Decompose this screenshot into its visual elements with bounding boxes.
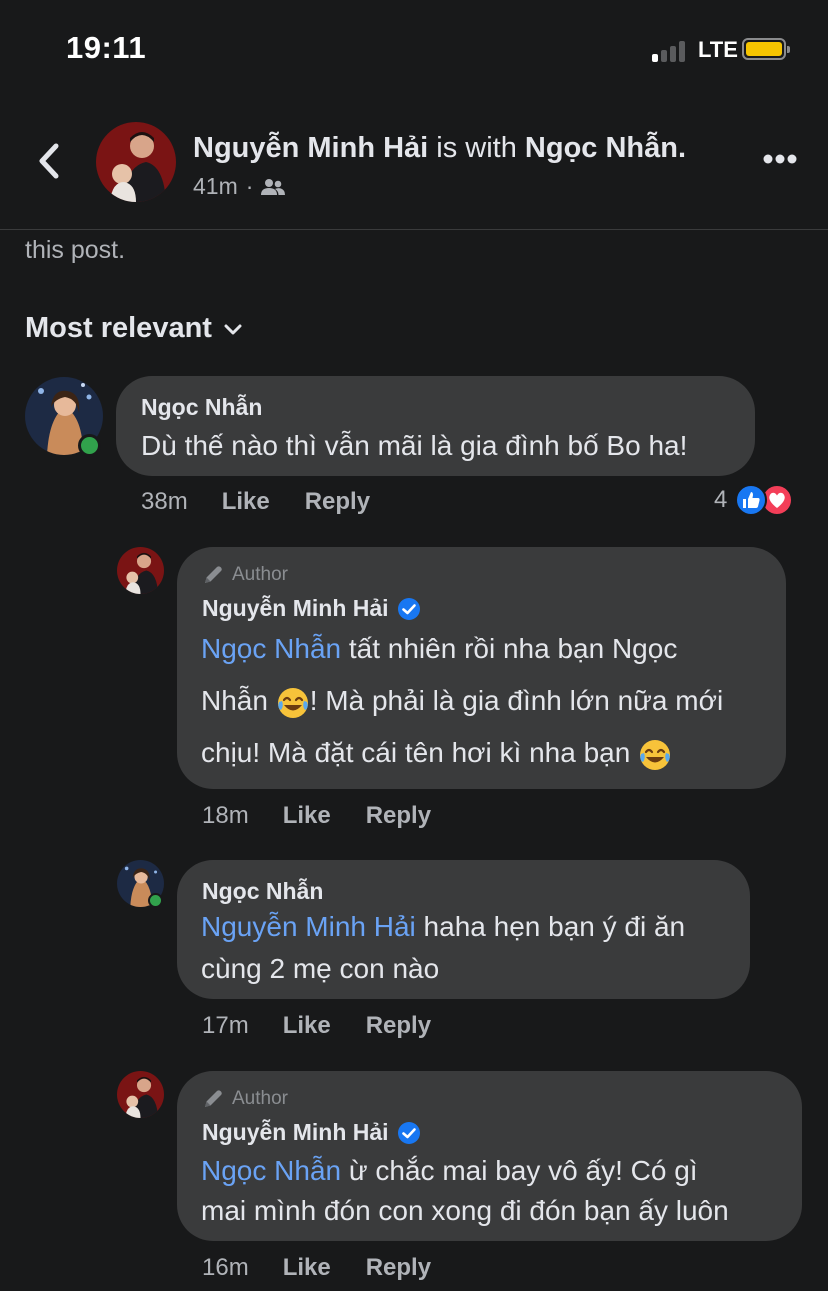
reply-avatar[interactable] bbox=[117, 1071, 164, 1118]
author-badge-label: Author bbox=[232, 1088, 288, 1109]
laughing-emoji-icon bbox=[640, 739, 671, 770]
status-time: 19:11 bbox=[66, 30, 147, 65]
post-header-title: Nguyễn Minh Hải is with Ngọc Nhẫn. bbox=[193, 132, 686, 165]
tagged-name[interactable]: Ngọc Nhẫn. bbox=[525, 132, 686, 164]
reply-button[interactable]: Reply bbox=[366, 802, 431, 830]
post-meta: 41m · bbox=[193, 173, 286, 200]
comment-actions: 17m Like Reply bbox=[202, 1012, 431, 1040]
comment-author[interactable]: Ngọc Nhẫn bbox=[202, 878, 323, 905]
comment-time[interactable]: 16m bbox=[202, 1254, 249, 1282]
like-button[interactable]: Like bbox=[283, 1254, 331, 1282]
comment-author[interactable]: Nguyễn Minh Hải bbox=[202, 1119, 389, 1146]
reply-author-row: Nguyễn Minh Hải bbox=[202, 1119, 421, 1146]
comment-time[interactable]: 17m bbox=[202, 1012, 249, 1040]
reply-bubble: Ngọc Nhẫn Nguyễn Minh Hải haha hẹn bạn ý… bbox=[177, 860, 750, 999]
comment-text: Dù thế nào thì vẫn mãi là gia đình bố Bo… bbox=[141, 430, 688, 461]
network-label: LTE bbox=[698, 37, 738, 62]
like-reaction-icon bbox=[735, 484, 768, 516]
comment-text: Nguyễn Minh Hải haha hẹn bạn ý đi ăn cùn… bbox=[201, 911, 686, 984]
pencil-icon bbox=[205, 1090, 222, 1107]
comment-actions: 38m Like Reply bbox=[141, 488, 370, 516]
comment-text: Ngọc Nhẫn ừ chắc mai bay vô ấy! Có gì ma… bbox=[201, 1155, 729, 1226]
more-options-button[interactable] bbox=[762, 152, 798, 164]
mention-link[interactable]: Nguyễn Minh Hải bbox=[201, 911, 416, 942]
reply-button[interactable]: Reply bbox=[366, 1254, 431, 1282]
verified-badge-icon bbox=[397, 597, 420, 620]
back-button[interactable] bbox=[32, 140, 68, 182]
verified-badge-icon bbox=[397, 1121, 420, 1144]
chevron-left-icon bbox=[39, 143, 59, 179]
comment-author[interactable]: Ngọc Nhẫn bbox=[141, 394, 262, 421]
header-divider bbox=[0, 229, 828, 230]
online-status-dot bbox=[78, 434, 101, 457]
like-button[interactable]: Like bbox=[222, 488, 270, 516]
comment-actions: 18m Like Reply bbox=[202, 802, 431, 830]
comment-author[interactable]: Nguyễn Minh Hải bbox=[202, 595, 389, 622]
poster-name[interactable]: Nguyễn Minh Hải bbox=[193, 132, 428, 164]
comment-actions: 16m Like Reply bbox=[202, 1254, 431, 1282]
online-status-dot bbox=[148, 893, 163, 908]
author-badge: Author bbox=[202, 1088, 288, 1110]
reply-author-row: Nguyễn Minh Hải bbox=[202, 595, 421, 622]
with-connector: is with bbox=[428, 132, 525, 164]
like-button[interactable]: Like bbox=[283, 802, 331, 830]
post-time[interactable]: 41m bbox=[193, 173, 238, 200]
reply-bubble: Author Nguyễn Minh Hải Ngọc Nhẫn tất nhi… bbox=[177, 547, 786, 789]
comment-time[interactable]: 18m bbox=[202, 802, 249, 830]
reply-button[interactable]: Reply bbox=[305, 488, 370, 516]
reply-button[interactable]: Reply bbox=[366, 1012, 431, 1040]
more-icon bbox=[763, 154, 797, 164]
mention-link[interactable]: Ngọc Nhẫn bbox=[201, 633, 341, 664]
like-button[interactable]: Like bbox=[283, 1012, 331, 1040]
mention-link[interactable]: Ngọc Nhẫn bbox=[201, 1155, 341, 1186]
comment-time[interactable]: 38m bbox=[141, 488, 188, 516]
reaction-count: 4 bbox=[714, 486, 728, 513]
meta-separator: · bbox=[245, 173, 254, 199]
reply-bubble: Author Nguyễn Minh Hải Ngọc Nhẫn ừ chắc … bbox=[177, 1071, 802, 1241]
comment-text: Ngọc Nhẫn tất nhiên rồi nha bạn Ngọc Nhẫ… bbox=[201, 623, 723, 779]
comment-bubble: Ngọc Nhẫn Dù thế nào thì vẫn mãi là gia … bbox=[116, 376, 755, 476]
laughing-emoji-icon bbox=[277, 687, 308, 718]
battery-icon bbox=[742, 38, 790, 60]
reactions-summary[interactable]: 4 bbox=[714, 484, 794, 516]
comment-sort-dropdown[interactable]: Most relevant bbox=[25, 312, 242, 345]
signal-icon bbox=[652, 40, 688, 62]
author-badge-label: Author bbox=[232, 564, 288, 585]
sort-label: Most relevant bbox=[25, 312, 212, 344]
pencil-icon bbox=[205, 566, 222, 583]
reply-avatar[interactable] bbox=[117, 547, 164, 594]
friends-icon bbox=[261, 178, 286, 195]
author-badge: Author bbox=[202, 564, 288, 586]
poster-avatar[interactable] bbox=[96, 122, 176, 202]
chevron-down-icon bbox=[224, 324, 242, 334]
post-text-tail: this post. bbox=[25, 236, 126, 264]
